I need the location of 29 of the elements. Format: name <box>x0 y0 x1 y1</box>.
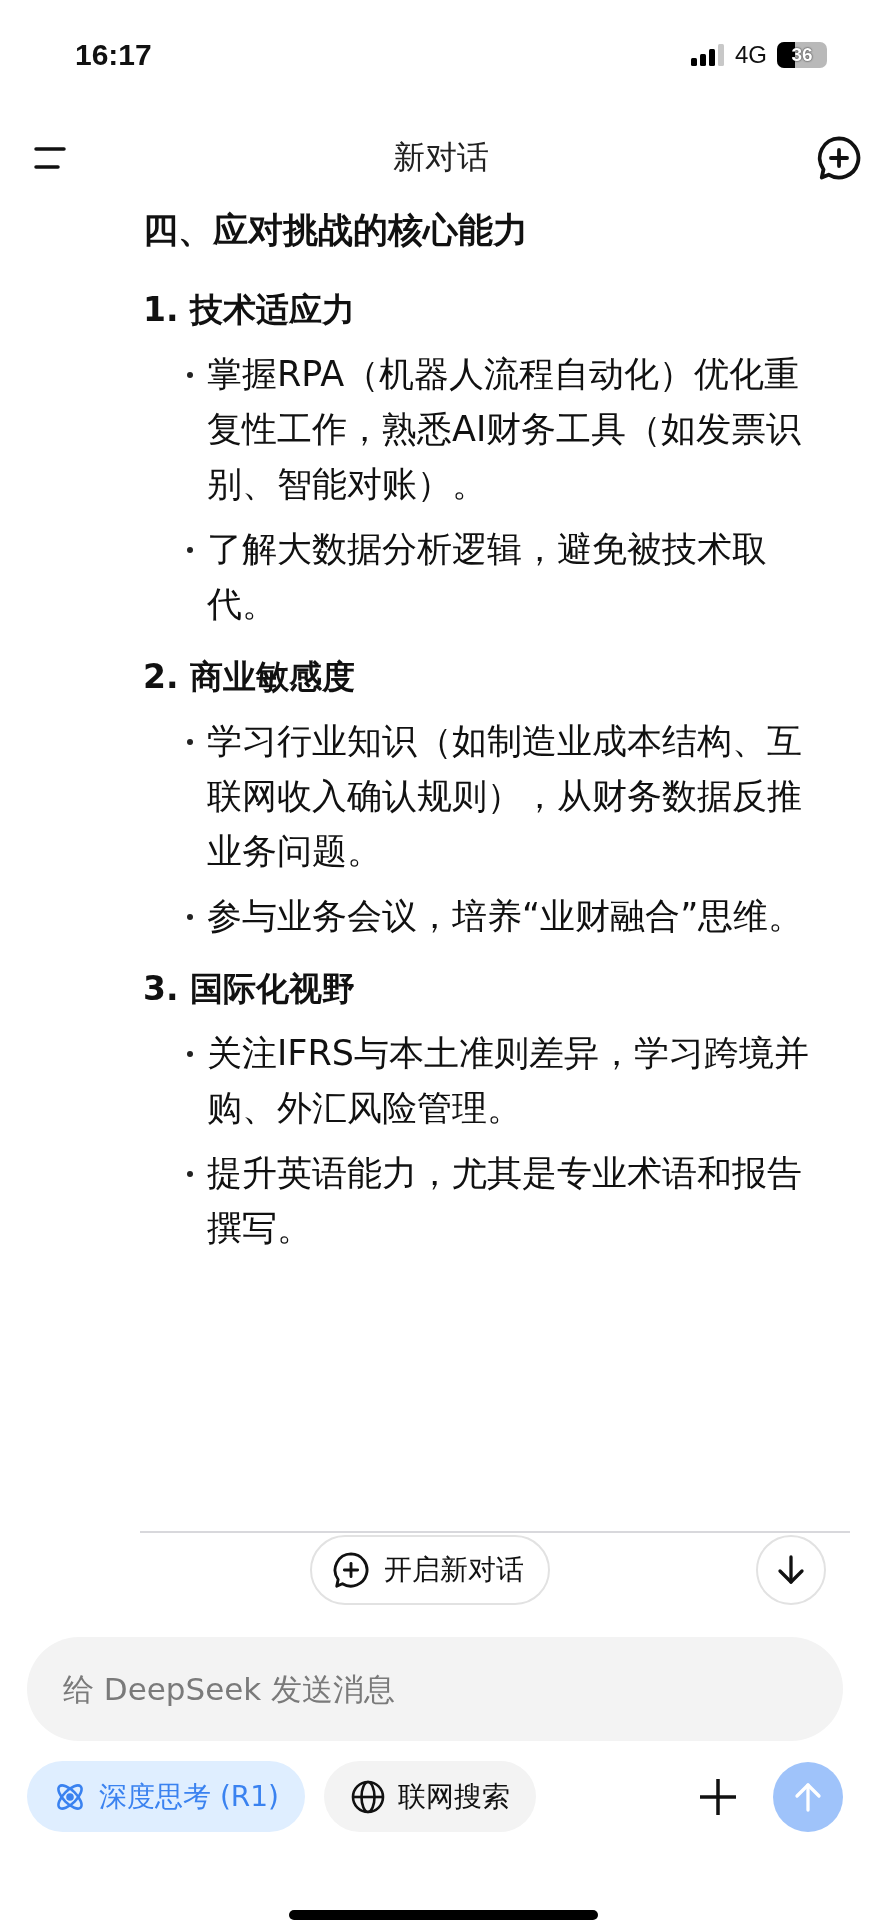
plus-button[interactable] <box>698 1776 738 1817</box>
globe-icon <box>350 1778 387 1815</box>
bullet-text: 了解大数据分析逻辑，避免被技术取代。 <box>207 528 768 626</box>
bullet-text: 参与业务会议，培养“业财融合”思维。 <box>207 895 805 938</box>
bullet-text: 学习行业知识（如制造业成本结构、互联网收入确认规则），从财务数据反推业务问题。 <box>207 720 803 873</box>
network-label: 4G <box>735 41 767 69</box>
bullet-icon <box>187 547 193 553</box>
bullet-icon <box>187 914 193 920</box>
bullet-icon <box>187 372 193 378</box>
signal-icon <box>691 44 725 66</box>
subsection-title: 3. 国际化视野 <box>143 968 356 1010</box>
bullet-icon <box>187 739 193 745</box>
new-chat-button[interactable]: 开启新对话 <box>310 1535 550 1605</box>
subsection-title: 2. 商业敏感度 <box>143 656 356 698</box>
bullet-text: 关注IFRS与本土准则差异，学习跨境并购、外汇风险管理。 <box>207 1032 810 1130</box>
header-title: 新对话 <box>393 136 489 178</box>
new-chat-button[interactable] <box>816 134 862 181</box>
message-field[interactable]: 给 DeepSeek 发送消息 <box>27 1637 843 1741</box>
chat-plus-icon <box>332 1551 370 1589</box>
chat-plus-icon <box>816 134 862 181</box>
menu-button[interactable] <box>34 145 66 170</box>
bullet-text: 掌握RPA（机器人流程自动化）优化重复性工作，熟悉AI财务工具（如发票识别、智能对账）。 <box>207 353 803 506</box>
section-heading: 四、应对挑战的核心能力 <box>143 209 529 252</box>
mode-toggle[interactable]: 联网搜索 <box>324 1761 537 1832</box>
bullet-icon <box>187 1171 193 1177</box>
bullet-icon <box>187 1051 193 1057</box>
status-time: 16:17 <box>75 38 152 72</box>
bullet-text: 提升英语能力，尤其是专业术语和报告撰写。 <box>207 1152 803 1250</box>
subsection-title: 1. 技术适应力 <box>143 289 356 331</box>
